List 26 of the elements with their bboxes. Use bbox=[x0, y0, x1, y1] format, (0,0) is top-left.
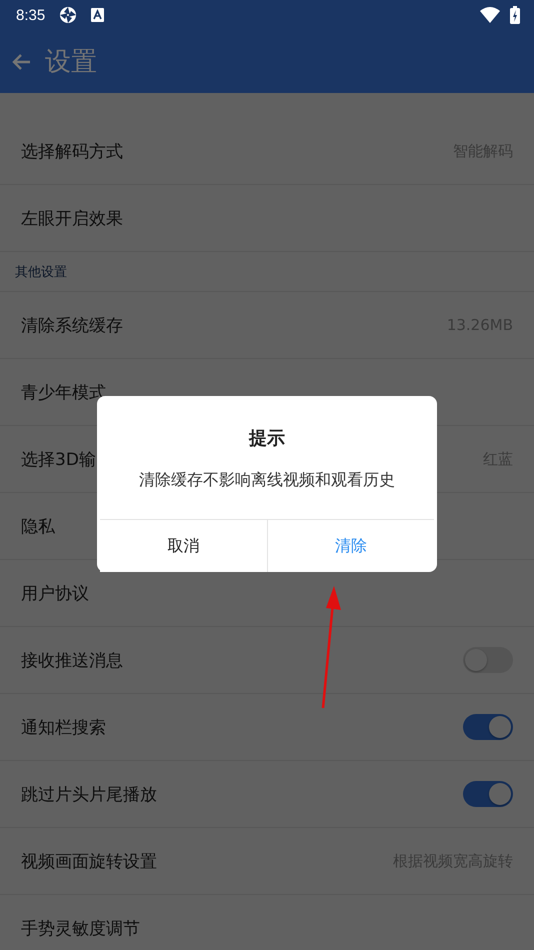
toggle-switch[interactable] bbox=[463, 714, 513, 740]
setting-label: 通知栏搜索 bbox=[21, 716, 107, 738]
setting-label: 选择解码方式 bbox=[21, 140, 124, 162]
setting-label: 清除系统缓存 bbox=[21, 314, 124, 336]
dialog-title: 提示 bbox=[249, 427, 285, 450]
setting-label: 视频画面旋转设置 bbox=[21, 850, 158, 872]
aperture-icon bbox=[59, 6, 78, 24]
setting-label: 隐私 bbox=[21, 516, 56, 538]
setting-label: 跳过片头片尾播放 bbox=[21, 784, 158, 806]
settings-row[interactable]: 跳过片头片尾播放 bbox=[0, 761, 534, 828]
status-time: 8:35 bbox=[16, 6, 46, 24]
setting-label: 选择3D输 bbox=[21, 448, 97, 470]
setting-label: 用户协议 bbox=[21, 582, 90, 604]
settings-row[interactable]: 手势灵敏度调节 bbox=[0, 895, 534, 950]
wifi-icon bbox=[480, 7, 500, 23]
settings-row[interactable]: 接收推送消息 bbox=[0, 627, 534, 694]
dialog-message: 清除缓存不影响离线视频和观看历史 bbox=[139, 470, 395, 491]
setting-label: 手势灵敏度调节 bbox=[21, 918, 141, 940]
setting-label: 左眼开启效果 bbox=[21, 208, 124, 230]
battery-charging-icon bbox=[510, 6, 520, 24]
toolbar-title: 设置 bbox=[45, 46, 97, 79]
toggle-switch[interactable] bbox=[463, 781, 513, 807]
font-icon bbox=[91, 8, 104, 22]
setting-label: 接收推送消息 bbox=[21, 650, 124, 672]
settings-row[interactable]: 通知栏搜索 bbox=[0, 694, 534, 761]
toggle-switch[interactable] bbox=[463, 647, 513, 673]
